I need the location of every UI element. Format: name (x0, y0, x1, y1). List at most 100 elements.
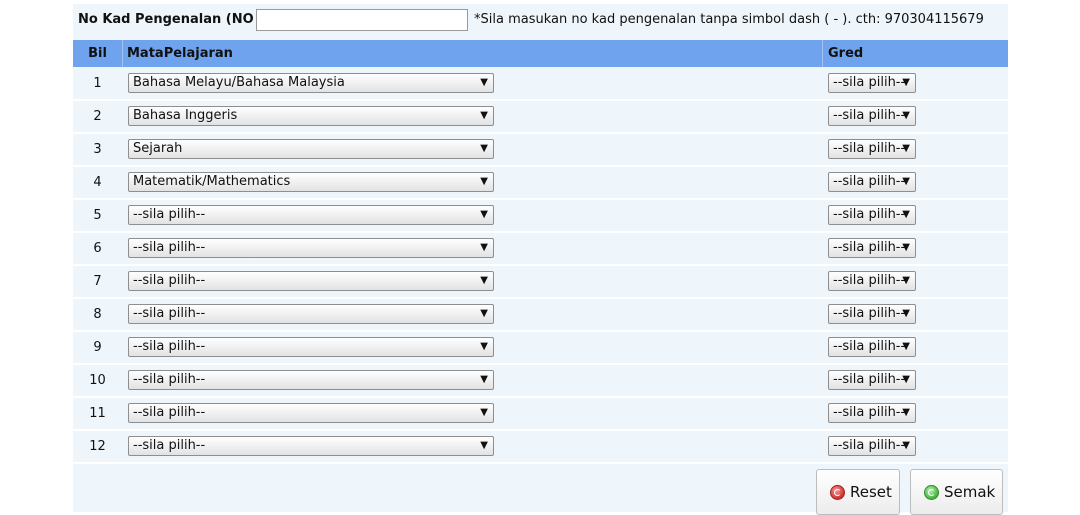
table-row: 7 --sila pilih-- ▼ --sila pilih-- ▼ (73, 266, 1008, 297)
subject-select[interactable]: --sila pilih-- ▼ (128, 304, 494, 324)
row-number: 5 (93, 208, 102, 223)
chevron-down-icon: ▼ (480, 77, 488, 88)
table-row: 9 --sila pilih-- ▼ --sila pilih-- ▼ (73, 332, 1008, 363)
chevron-down-icon: ▼ (480, 275, 488, 286)
grade-select[interactable]: --sila pilih-- ▼ (828, 238, 916, 258)
grade-value: --sila pilih-- (833, 108, 906, 123)
subject-value: --sila pilih-- (133, 372, 206, 387)
subject-select[interactable]: --sila pilih-- ▼ (128, 271, 494, 291)
grade-select[interactable]: --sila pilih-- ▼ (828, 205, 916, 225)
header-subject: MataPelajaran (127, 46, 233, 61)
grade-select[interactable]: --sila pilih-- ▼ (828, 370, 916, 390)
subject-value: --sila pilih-- (133, 273, 206, 288)
subject-select[interactable]: --sila pilih-- ▼ (128, 370, 494, 390)
chevron-down-icon: ▼ (480, 341, 488, 352)
row-number: 1 (93, 76, 102, 91)
check-icon (924, 485, 939, 500)
subject-value: Bahasa Inggeris (133, 108, 238, 123)
chevron-down-icon: ▼ (480, 110, 488, 121)
subject-value: --sila pilih-- (133, 405, 206, 420)
chevron-down-icon: ▼ (902, 440, 910, 451)
chevron-down-icon: ▼ (480, 176, 488, 187)
chevron-down-icon: ▼ (902, 77, 910, 88)
chevron-down-icon: ▼ (480, 407, 488, 418)
grade-value: --sila pilih-- (833, 405, 906, 420)
row-number: 9 (93, 340, 102, 355)
chevron-down-icon: ▼ (902, 341, 910, 352)
grade-value: --sila pilih-- (833, 207, 906, 222)
grade-select[interactable]: --sila pilih-- ▼ (828, 304, 916, 324)
grade-select[interactable]: --sila pilih-- ▼ (828, 403, 916, 423)
row-number: 6 (93, 241, 102, 256)
grade-select[interactable]: --sila pilih-- ▼ (828, 73, 916, 93)
chevron-down-icon: ▼ (480, 209, 488, 220)
grade-select[interactable]: --sila pilih-- ▼ (828, 106, 916, 126)
chevron-down-icon: ▼ (902, 110, 910, 121)
table-row: 10 --sila pilih-- ▼ --sila pilih-- ▼ (73, 365, 1008, 396)
table-row: 3 Sejarah ▼ --sila pilih-- ▼ (73, 134, 1008, 165)
reset-icon (830, 485, 845, 500)
subject-select[interactable]: --sila pilih-- ▼ (128, 403, 494, 423)
kp-note: *Sila masukan no kad pengenalan tanpa si… (474, 12, 984, 27)
chevron-down-icon: ▼ (480, 440, 488, 451)
row-number: 8 (93, 307, 102, 322)
grade-value: --sila pilih-- (833, 75, 906, 90)
table-row: 8 --sila pilih-- ▼ --sila pilih-- ▼ (73, 299, 1008, 330)
row-number: 2 (93, 109, 102, 124)
reset-label: Reset (850, 483, 892, 501)
chevron-down-icon: ▼ (902, 308, 910, 319)
header-grade: Gred (828, 46, 864, 61)
subject-value: --sila pilih-- (133, 339, 206, 354)
subject-select[interactable]: --sila pilih-- ▼ (128, 205, 494, 225)
semak-label: Semak (944, 483, 996, 501)
grade-value: --sila pilih-- (833, 174, 906, 189)
row-divider (73, 462, 1008, 464)
semak-button[interactable]: Semak (910, 469, 1003, 515)
reset-button[interactable]: Reset (816, 469, 900, 515)
subject-value: --sila pilih-- (133, 438, 206, 453)
grade-select[interactable]: --sila pilih-- ▼ (828, 172, 916, 192)
subject-select[interactable]: Bahasa Inggeris ▼ (128, 106, 494, 126)
subject-select[interactable]: Sejarah ▼ (128, 139, 494, 159)
header-divider (122, 40, 123, 67)
grade-select[interactable]: --sila pilih-- ▼ (828, 337, 916, 357)
chevron-down-icon: ▼ (480, 374, 488, 385)
subject-value: Sejarah (133, 141, 183, 156)
subject-select[interactable]: --sila pilih-- ▼ (128, 436, 494, 456)
subject-value: --sila pilih-- (133, 240, 206, 255)
chevron-down-icon: ▼ (902, 143, 910, 154)
grade-value: --sila pilih-- (833, 339, 906, 354)
subject-value: Matematik/Mathematics (133, 174, 291, 189)
header-bil: Bil (88, 46, 107, 61)
subject-select[interactable]: Bahasa Melayu/Bahasa Malaysia ▼ (128, 73, 494, 93)
grade-value: --sila pilih-- (833, 438, 906, 453)
subject-select[interactable]: --sila pilih-- ▼ (128, 337, 494, 357)
subject-select[interactable]: Matematik/Mathematics ▼ (128, 172, 494, 192)
grade-value: --sila pilih-- (833, 240, 906, 255)
chevron-down-icon: ▼ (902, 209, 910, 220)
grade-select[interactable]: --sila pilih-- ▼ (828, 271, 916, 291)
grade-select[interactable]: --sila pilih-- ▼ (828, 139, 916, 159)
table-row: 12 --sila pilih-- ▼ --sila pilih-- ▼ (73, 431, 1008, 462)
table-row: 5 --sila pilih-- ▼ --sila pilih-- ▼ (73, 200, 1008, 231)
chevron-down-icon: ▼ (902, 242, 910, 253)
grade-value: --sila pilih-- (833, 306, 906, 321)
subject-value: Bahasa Melayu/Bahasa Malaysia (133, 75, 345, 90)
kp-input[interactable] (256, 9, 468, 31)
table-row: 1 Bahasa Melayu/Bahasa Malaysia ▼ --sila pi… (73, 68, 1008, 99)
chevron-down-icon: ▼ (902, 275, 910, 286)
subject-value: --sila pilih-- (133, 306, 206, 321)
row-number: 10 (89, 373, 106, 388)
chevron-down-icon: ▼ (480, 242, 488, 253)
row-number: 11 (89, 406, 106, 421)
grade-select[interactable]: --sila pilih-- ▼ (828, 436, 916, 456)
grade-value: --sila pilih-- (833, 141, 906, 156)
subject-select[interactable]: --sila pilih-- ▼ (128, 238, 494, 258)
table-row: 6 --sila pilih-- ▼ --sila pilih-- ▼ (73, 233, 1008, 264)
grade-value: --sila pilih-- (833, 372, 906, 387)
row-number: 7 (93, 274, 102, 289)
chevron-down-icon: ▼ (902, 176, 910, 187)
header-divider (822, 40, 823, 67)
table-row: 11 --sila pilih-- ▼ --sila pilih-- ▼ (73, 398, 1008, 429)
subject-value: --sila pilih-- (133, 207, 206, 222)
